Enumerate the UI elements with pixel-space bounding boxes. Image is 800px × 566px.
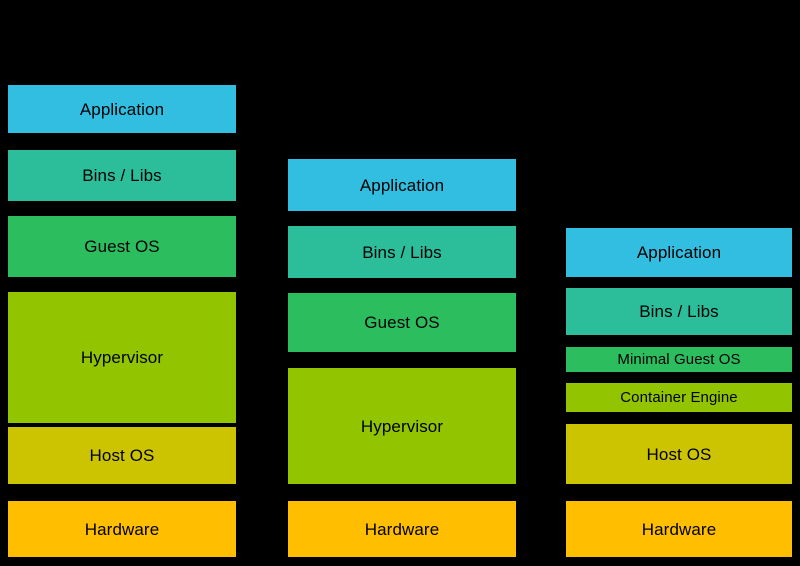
- layer-label: Bins / Libs: [639, 302, 719, 321]
- layer-box-application[interactable]: Application: [8, 85, 236, 133]
- layer-box-bins-libs[interactable]: Bins / Libs: [8, 150, 236, 201]
- layer-box-hypervisor[interactable]: Hypervisor: [288, 368, 516, 484]
- layer-box-application[interactable]: Application: [288, 159, 516, 211]
- layer-box-guest-os[interactable]: Guest OS: [8, 216, 236, 277]
- layer-label: Hypervisor: [80, 348, 164, 367]
- layer-label: Host OS: [646, 444, 712, 464]
- layer-label: Hardware: [641, 519, 717, 539]
- layer-box-hypervisor[interactable]: Hypervisor: [8, 292, 236, 423]
- layer-label: Container Engine: [620, 389, 738, 406]
- layer-label: Hypervisor: [360, 416, 444, 436]
- layer-box-minimal-guest-os[interactable]: Minimal Guest OS: [566, 347, 792, 372]
- layer-label: Host OS: [89, 446, 155, 465]
- column-virtual-machine-alt: Application Bins / Libs Guest OS Hypervisor…: [288, 0, 516, 566]
- layer-label: Guest OS: [364, 313, 440, 332]
- layer-label: Guest OS: [84, 237, 160, 256]
- layer-label: Hardware: [364, 519, 440, 539]
- layer-box-hardware[interactable]: Hardware: [566, 501, 792, 557]
- diagram-canvas: Application Bins / Libs Guest OS Hypervisor…: [0, 0, 800, 566]
- layer-label: Minimal Guest OS: [617, 351, 741, 368]
- column-container: Application Bins / Libs Minimal Guest OS Co…: [566, 0, 792, 566]
- layer-label: Bins / Libs: [362, 242, 442, 262]
- layer-box-host-os[interactable]: Host OS: [566, 424, 792, 484]
- layer-label: Hardware: [84, 519, 160, 539]
- layer-box-hardware[interactable]: Hardware: [288, 501, 516, 557]
- layer-box-container-engine[interactable]: Container Engine: [566, 383, 792, 412]
- layer-label: Application: [359, 175, 445, 195]
- layer-box-host-os[interactable]: Host OS: [8, 427, 236, 484]
- layer-box-bins-libs[interactable]: Bins / Libs: [566, 288, 792, 335]
- layer-label: Bins / Libs: [82, 166, 162, 185]
- layer-label: Application: [79, 99, 165, 119]
- layer-box-guest-os[interactable]: Guest OS: [288, 293, 516, 352]
- column-virtual-machine: Application Bins / Libs Guest OS Hypervisor…: [8, 0, 236, 566]
- layer-label: Application: [636, 243, 722, 262]
- layer-box-application[interactable]: Application: [566, 228, 792, 277]
- layer-box-bins-libs[interactable]: Bins / Libs: [288, 226, 516, 278]
- layer-box-hardware[interactable]: Hardware: [8, 501, 236, 557]
